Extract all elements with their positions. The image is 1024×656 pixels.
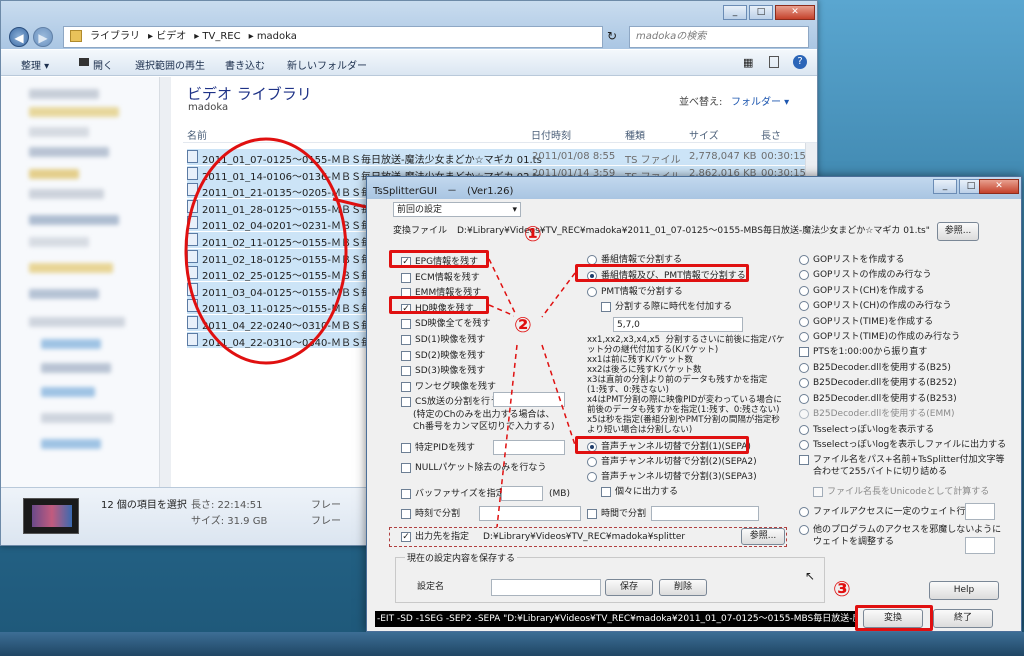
dashed-links — [488, 258, 576, 528]
tssplitter-dialog: TsSplitterGUI － (Ver1.26) _ □ ✕ 前回の設定 ▾ 変… — [366, 176, 1022, 632]
taskbar — [0, 632, 1024, 656]
file-oval-annotation — [184, 137, 348, 365]
marker-3: ③ — [833, 577, 851, 601]
marker-2: ② — [514, 313, 532, 337]
marker-1: ① — [524, 222, 542, 246]
